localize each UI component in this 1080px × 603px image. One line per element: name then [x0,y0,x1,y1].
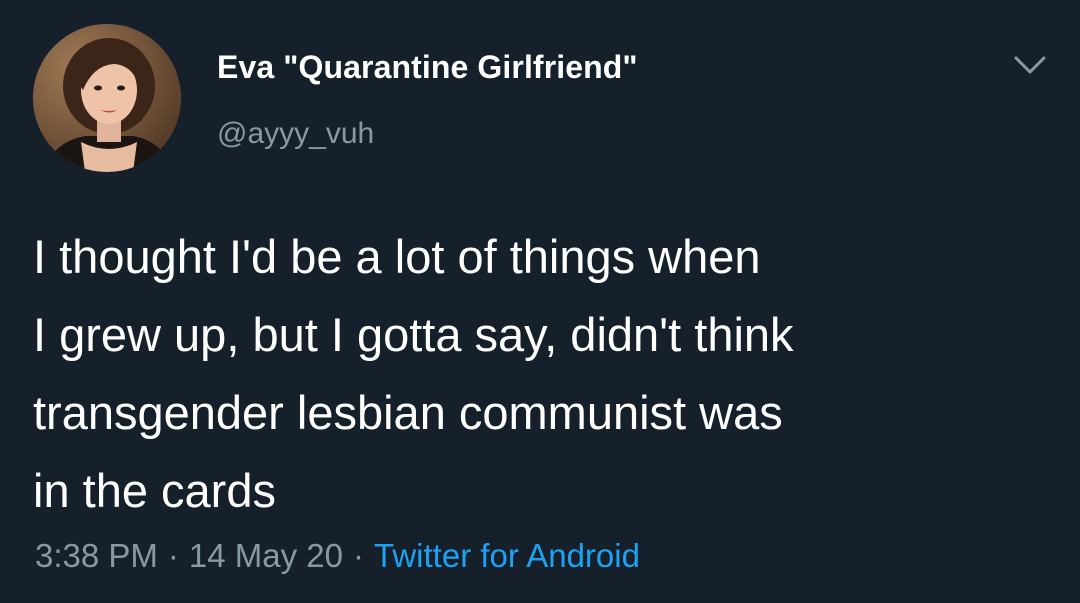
tweet-date[interactable]: 14 May 20 [189,537,343,574]
tweet-metadata: 3:38 PM · 14 May 20 · Twitter for Android [35,537,640,575]
tweet-text-line: in the cards [33,464,276,517]
tweet-text-line: transgender lesbian communist was [33,386,783,439]
tweet-source-link[interactable]: Twitter for Android [374,537,640,574]
meta-separator: · [167,537,179,574]
author-display-name[interactable]: Eva "Quarantine Girlfriend" [217,49,638,86]
tweet-text-line: I grew up, but I gotta say, didn't think [33,308,794,361]
author-handle[interactable]: @ayyy_vuh [217,117,374,151]
meta-separator: · [353,537,364,574]
tweet-text-line: I thought I'd be a lot of things when [33,230,761,283]
tweet-text: I thought I'd be a lot of things when I … [33,218,1043,530]
avatar[interactable] [33,24,181,172]
tweet-card: Eva "Quarantine Girlfriend" @ayyy_vuh I … [0,0,1080,603]
tweet-time[interactable]: 3:38 PM [35,537,158,574]
avatar-image [33,24,181,172]
chevron-down-icon[interactable] [1012,50,1048,80]
